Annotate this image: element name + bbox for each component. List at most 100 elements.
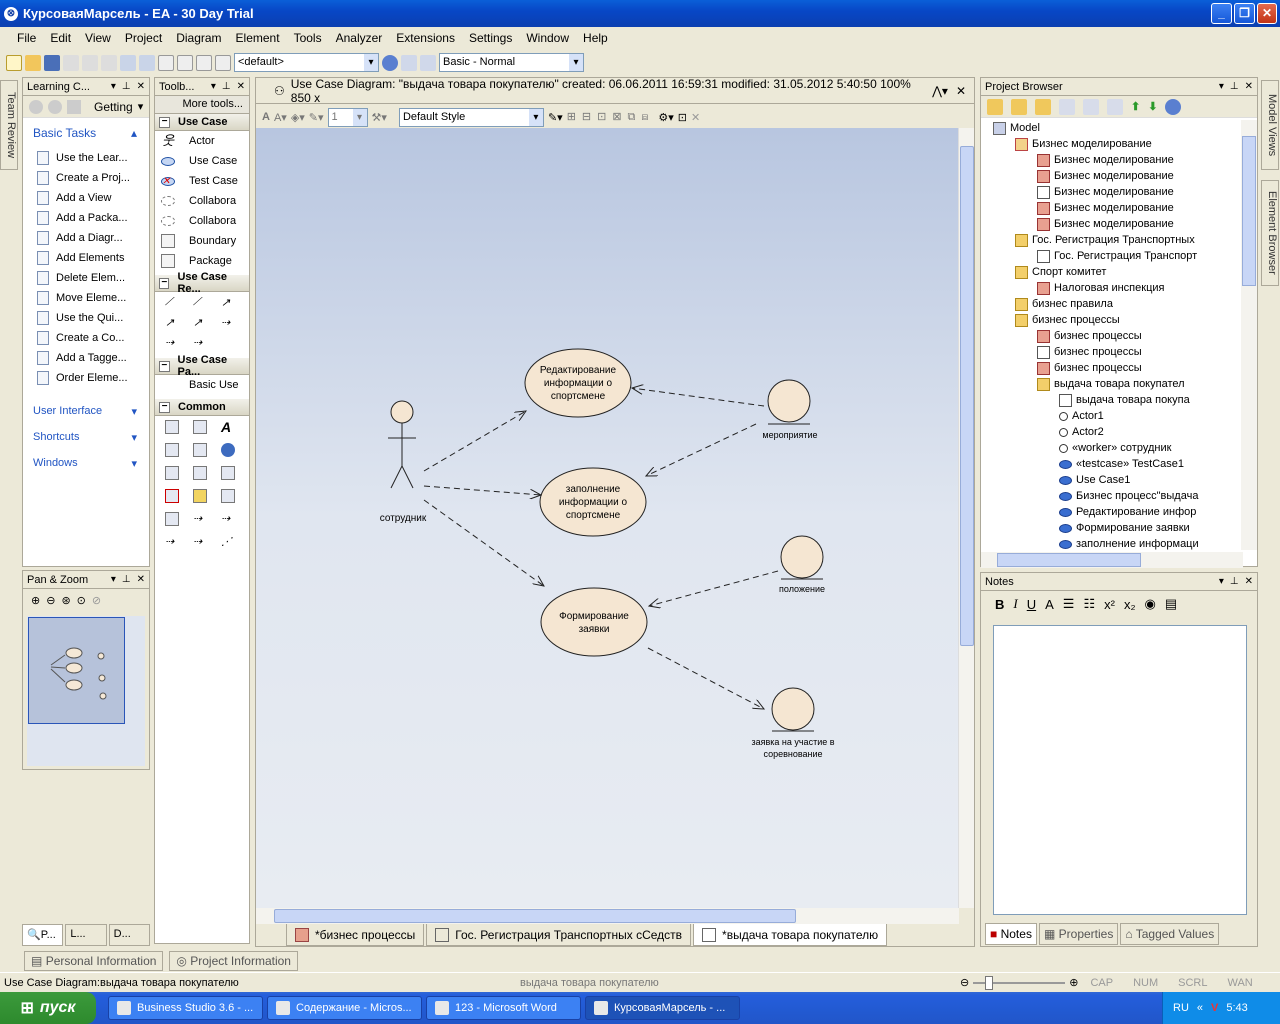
pan-zoom-preview[interactable] bbox=[28, 617, 125, 724]
trace-link-icon[interactable]: ⇢ bbox=[221, 512, 235, 526]
menu-diagram[interactable]: Diagram bbox=[169, 31, 228, 45]
menu-help[interactable]: Help bbox=[576, 31, 615, 45]
basic-tasks-header[interactable]: Basic Tasks ▴ bbox=[23, 118, 149, 148]
task-item[interactable]: Create a Co... bbox=[23, 328, 149, 348]
close-icon[interactable]: ✕ bbox=[1245, 576, 1253, 587]
tree-node[interactable]: Гос. Регистрация Транспортных bbox=[981, 232, 1243, 248]
tree-node[interactable]: Редактирование инфор bbox=[981, 504, 1243, 520]
shortcuts-section[interactable]: Shortcuts ▾ bbox=[23, 424, 149, 450]
close-icon[interactable]: ✕ bbox=[237, 81, 245, 92]
zoom-out-icon[interactable]: ⊖ bbox=[46, 594, 55, 607]
tree-node[interactable]: Бизнес моделирование bbox=[981, 184, 1243, 200]
collapse-up-icon[interactable]: ⋀ bbox=[932, 84, 942, 98]
menu-analyzer[interactable]: Analyzer bbox=[329, 31, 390, 45]
association-icon[interactable]: ⟋ bbox=[165, 296, 179, 310]
tree-node[interactable]: Model bbox=[981, 120, 1243, 136]
scroll-thumb[interactable] bbox=[1242, 136, 1256, 286]
vertical-scrollbar[interactable] bbox=[958, 128, 974, 908]
chevron-down-icon[interactable]: ▾ bbox=[131, 405, 137, 418]
workspace-icon[interactable] bbox=[420, 54, 436, 71]
task-word-contents[interactable]: Содержание - Micros... bbox=[267, 996, 422, 1020]
trace-icon[interactable]: ⇢ bbox=[193, 336, 207, 350]
pin-icon[interactable]: ⊥ bbox=[1230, 81, 1239, 92]
save-icon[interactable] bbox=[44, 54, 60, 71]
diagram-canvas[interactable]: сотрудник Редактирование информации о сп… bbox=[256, 128, 959, 908]
apply-style-icon[interactable]: ✎▾ bbox=[548, 111, 563, 124]
image-icon[interactable] bbox=[193, 443, 207, 457]
tool-actor[interactable]: 웃 Actor bbox=[155, 131, 249, 151]
chevron-down-icon[interactable]: ▾ bbox=[131, 431, 137, 444]
zoom-reset-icon[interactable]: ⊙ bbox=[77, 594, 86, 607]
globe-icon[interactable] bbox=[221, 443, 235, 457]
subscript-icon[interactable]: x₂ bbox=[1124, 597, 1136, 612]
tab-tagged-values[interactable]: ⌂ Tagged Values bbox=[1120, 923, 1220, 945]
more-tools-button[interactable]: More tools... bbox=[155, 96, 249, 114]
start-button[interactable]: ⊞ пуск bbox=[0, 992, 96, 1024]
close-icon[interactable]: ✕ bbox=[137, 574, 145, 585]
dropdown-icon[interactable]: ▾ bbox=[1219, 576, 1224, 587]
hyperlink-icon[interactable]: ◉ bbox=[1145, 596, 1156, 612]
tree-node[interactable]: бизнес процессы bbox=[981, 360, 1243, 376]
cut-icon[interactable] bbox=[63, 54, 79, 71]
tree-node[interactable]: Бизнес моделирование bbox=[981, 152, 1243, 168]
close-button[interactable]: ✕ bbox=[1257, 3, 1277, 24]
open-icon[interactable] bbox=[25, 54, 41, 71]
dependency-icon[interactable]: ⇢ bbox=[193, 512, 207, 526]
language-indicator[interactable]: RU bbox=[1173, 1002, 1189, 1014]
tree-node[interactable]: Бизнес моделирование bbox=[981, 136, 1243, 152]
tree-node[interactable]: Бизнес процесс"выдача bbox=[981, 488, 1243, 504]
task-item[interactable]: Order Eleme... bbox=[23, 368, 149, 388]
task-item[interactable]: Add a Diagr... bbox=[23, 228, 149, 248]
close-icon[interactable]: ✕ bbox=[956, 84, 966, 98]
menu-element[interactable]: Element bbox=[229, 31, 287, 45]
use-case-patterns-group[interactable]: Use Case Pa... bbox=[155, 354, 249, 378]
task-word-123[interactable]: 123 - Microsoft Word bbox=[426, 996, 581, 1020]
view-icon[interactable] bbox=[1107, 98, 1123, 115]
new-package-icon[interactable] bbox=[987, 98, 1003, 115]
workspace-combo[interactable]: Basic - Normal bbox=[439, 53, 584, 72]
tool-collaboration[interactable]: Collabora bbox=[155, 191, 249, 211]
layout-icon[interactable] bbox=[401, 54, 417, 71]
tree-node[interactable]: Actor1 bbox=[981, 408, 1243, 424]
zoom-slider[interactable]: ⊖ ⊕ bbox=[960, 975, 1078, 990]
back-icon[interactable] bbox=[29, 99, 43, 114]
tab-business-processes[interactable]: *бизнес процессы bbox=[286, 924, 425, 946]
tool-package[interactable]: Package bbox=[155, 251, 249, 271]
maximize-button[interactable]: ❐ bbox=[1234, 3, 1255, 24]
superscript-icon[interactable]: x² bbox=[1104, 597, 1115, 612]
properties-icon[interactable] bbox=[1059, 98, 1075, 115]
style-combo[interactable]: Default Style bbox=[398, 107, 544, 127]
pin-icon[interactable]: ⊥ bbox=[122, 81, 131, 92]
tab-properties[interactable]: ▦ Properties bbox=[1038, 923, 1119, 945]
zoom-in-icon[interactable]: ⊕ bbox=[31, 594, 40, 607]
tree-node[interactable]: Бизнес моделирование bbox=[981, 168, 1243, 184]
tree-node[interactable]: Бизнес моделирование bbox=[981, 216, 1243, 232]
antivirus-icon[interactable]: V bbox=[1211, 1002, 1218, 1014]
tree-node[interactable]: «worker» сотрудник bbox=[981, 440, 1243, 456]
font-color-icon[interactable]: A bbox=[1045, 597, 1054, 612]
tree-node[interactable]: Гос. Регистрация Транспорт bbox=[981, 248, 1243, 264]
close-icon[interactable]: ✕ bbox=[137, 81, 145, 92]
issue-icon[interactable] bbox=[165, 489, 179, 503]
actor-employee[interactable] bbox=[388, 400, 416, 489]
common-group[interactable]: Common bbox=[155, 399, 249, 416]
constraint-icon[interactable] bbox=[221, 489, 235, 503]
move-down-icon[interactable]: ⬇ bbox=[1148, 100, 1157, 113]
new-diagram-icon[interactable] bbox=[1011, 98, 1027, 115]
tool-basic-use[interactable]: Basic Use bbox=[155, 375, 249, 395]
boundary-event[interactable] bbox=[767, 379, 811, 425]
generalize-icon[interactable]: ↗ bbox=[165, 316, 179, 330]
fill-color-icon[interactable]: ◈▾ bbox=[291, 111, 305, 124]
tree-node[interactable]: Налоговая инспекция bbox=[981, 280, 1243, 296]
tree-node[interactable]: выдача товара покупа bbox=[981, 392, 1243, 408]
tree-node[interactable]: Use Case1 bbox=[981, 472, 1243, 488]
chevron-down-icon[interactable]: ▾ bbox=[131, 457, 137, 470]
artifact-icon[interactable] bbox=[193, 466, 207, 480]
task-item[interactable]: Use the Qui... bbox=[23, 308, 149, 328]
home-icon[interactable] bbox=[67, 99, 81, 114]
tool-use-case[interactable]: Use Case bbox=[155, 151, 249, 171]
task-item[interactable]: Create a Proj... bbox=[23, 168, 149, 188]
chevron-down-icon[interactable]: ▾ bbox=[138, 100, 144, 113]
help-icon[interactable] bbox=[1165, 98, 1182, 115]
list-icon[interactable] bbox=[165, 443, 179, 457]
